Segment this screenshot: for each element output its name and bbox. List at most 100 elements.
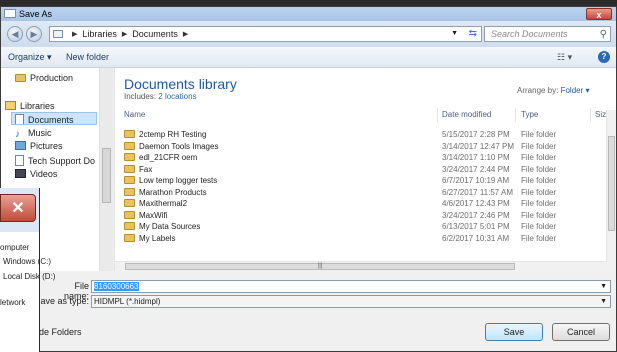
- back-button[interactable]: ◀: [7, 26, 23, 42]
- file-type: File folder: [521, 164, 557, 174]
- arrange-by-dropdown[interactable]: Folder ▾: [561, 86, 590, 95]
- overlay-item-network[interactable]: letwork: [0, 298, 25, 307]
- save-button[interactable]: Save: [485, 323, 543, 341]
- file-date: 6/27/2017 11:57 AM: [442, 187, 514, 197]
- background-close-button[interactable]: ✕: [0, 194, 36, 222]
- arrange-by: Arrange by: Folder ▾: [517, 86, 590, 95]
- column-divider[interactable]: [590, 108, 591, 122]
- column-header-name[interactable]: Name: [124, 110, 145, 119]
- file-date: 3/24/2017 2:44 PM: [442, 164, 510, 174]
- chevron-down-icon[interactable]: ▼: [600, 281, 607, 292]
- folder-icon: [53, 30, 63, 38]
- file-type: File folder: [521, 210, 557, 220]
- dialog-title: Save As: [19, 9, 53, 19]
- search-icon[interactable]: ⚲: [600, 28, 607, 42]
- picture-icon: [15, 141, 26, 150]
- nav-item-videos[interactable]: Videos: [15, 169, 57, 179]
- nav-item-production[interactable]: Production: [15, 73, 73, 83]
- file-list-scrollbar[interactable]: [606, 110, 616, 271]
- breadcrumb-libraries[interactable]: Libraries: [82, 29, 117, 39]
- organize-button[interactable]: Organize ▾: [8, 52, 52, 63]
- chevron-down-icon[interactable]: ▼: [600, 296, 607, 307]
- column-divider[interactable]: [437, 108, 438, 122]
- nav-item-tech-support[interactable]: Tech Support Do: [15, 155, 97, 166]
- chevron-right-icon: ▶: [182, 31, 189, 38]
- column-header-date[interactable]: Date modified: [442, 110, 491, 119]
- file-list-pane: Documents library Includes: 2 locations …: [114, 68, 616, 271]
- file-row[interactable]: edl_21CFR oem 3/14/2017 1:10 PM File folde…: [115, 152, 605, 163]
- nav-item-pictures[interactable]: Pictures: [15, 141, 63, 151]
- library-includes: Includes: 2 locations: [124, 92, 197, 101]
- file-date: 3/14/2017 12:47 PM: [442, 141, 515, 151]
- overlay-item-windows-c[interactable]: Windows (C:): [3, 257, 51, 266]
- save-as-dialog: Save As x ◀ ▶ ▶ Libraries ▶ Documents ▶ …: [0, 6, 617, 352]
- refresh-icon[interactable]: ⇆: [469, 28, 477, 39]
- file-row[interactable]: Marathon Products 6/27/2017 11:57 AM File …: [115, 187, 605, 198]
- cancel-button[interactable]: Cancel: [552, 323, 610, 341]
- save-type-value: HIDMPL (*.hidmpl): [94, 297, 161, 306]
- nav-item-libraries[interactable]: Libraries: [5, 101, 55, 111]
- document-icon: [15, 114, 24, 124]
- file-type: File folder: [521, 233, 557, 243]
- file-type: File folder: [521, 141, 557, 151]
- scrollbar-thumb[interactable]: |||: [125, 263, 515, 270]
- hide-folders-toggle[interactable]: de Folders: [39, 327, 82, 337]
- file-row[interactable]: My Labels 6/2/2017 10:31 AM File folder: [115, 233, 605, 244]
- file-row[interactable]: MaxWifi 3/24/2017 2:46 PM File folder: [115, 210, 605, 221]
- file-date: 4/6/2017 12:43 PM: [442, 199, 510, 208]
- folder-icon: [124, 233, 135, 242]
- file-name-value: 8160300663: [94, 282, 139, 291]
- nav-item-documents[interactable]: Documents: [11, 112, 97, 125]
- file-date: 3/24/2017 2:46 PM: [442, 210, 510, 220]
- file-type: File folder: [521, 153, 557, 162]
- library-title: Documents library: [124, 76, 237, 92]
- close-button[interactable]: x: [586, 8, 612, 20]
- file-name: edl_21CFR oem: [139, 153, 198, 162]
- breadcrumb-documents[interactable]: Documents: [132, 29, 178, 39]
- window-icon: [4, 9, 16, 18]
- overlay-item-local-disk-d[interactable]: Local Disk (D:): [3, 272, 55, 281]
- chevron-right-icon: ▶: [72, 31, 78, 38]
- address-dropdown-icon[interactable]: ▼: [451, 30, 458, 37]
- help-icon[interactable]: ?: [598, 51, 610, 63]
- new-folder-button[interactable]: New folder: [66, 52, 109, 62]
- file-row[interactable]: Maxithermal2 4/6/2017 12:43 PM File folder: [115, 198, 605, 209]
- file-type: File folder: [521, 222, 557, 231]
- file-date: 3/14/2017 1:10 PM: [442, 153, 510, 162]
- scrollbar-thumb[interactable]: [608, 136, 615, 231]
- file-type: File folder: [521, 199, 557, 208]
- file-row[interactable]: 2ctemp RH Testing 5/15/2017 2:28 PM File f…: [115, 129, 605, 140]
- overlay-item-computer[interactable]: omputer: [0, 243, 29, 252]
- file-name-field[interactable]: 8160300663 ▼: [91, 280, 611, 293]
- search-placeholder: Search Documents: [491, 29, 568, 39]
- folder-icon: [124, 164, 135, 173]
- locations-link[interactable]: 2 locations: [158, 92, 196, 101]
- file-name: MaxWifi: [139, 210, 168, 220]
- folder-icon: [124, 199, 135, 207]
- file-row[interactable]: Low temp logger tests 6/7/2017 10:19 AM Fi…: [115, 175, 605, 186]
- forward-button[interactable]: ▶: [26, 26, 42, 42]
- file-name: Marathon Products: [139, 187, 207, 197]
- address-bar[interactable]: ▶ Libraries ▶ Documents ▶ ▼ ⇆: [49, 26, 482, 42]
- file-type: File folder: [521, 187, 557, 197]
- file-date: 6/2/2017 10:31 AM: [442, 233, 510, 243]
- scrollbar-thumb[interactable]: [102, 148, 111, 203]
- folder-icon: [124, 153, 135, 161]
- search-input[interactable]: Search Documents ⚲: [484, 26, 611, 42]
- file-name: Maxithermal2: [139, 199, 188, 208]
- file-list-hscrollbar[interactable]: |||: [115, 261, 607, 271]
- navigation-scrollbar[interactable]: [99, 68, 113, 271]
- file-row[interactable]: Daemon Tools Images 3/14/2017 12:47 PM Fil…: [115, 141, 605, 152]
- file-date: 6/7/2017 10:19 AM: [442, 176, 510, 185]
- chevron-right-icon: ▶: [121, 31, 128, 38]
- data-sources-icon: [124, 222, 135, 230]
- file-row[interactable]: Fax 3/24/2017 2:44 PM File folder: [115, 164, 605, 175]
- file-date: 5/15/2017 2:28 PM: [442, 130, 510, 139]
- column-divider[interactable]: [515, 108, 516, 122]
- save-type-select[interactable]: HIDMPL (*.hidmpl) ▼: [91, 295, 611, 308]
- column-header-type[interactable]: Type: [521, 110, 538, 119]
- folder-icon: [124, 176, 135, 184]
- nav-item-music[interactable]: ♪ Music: [15, 128, 52, 140]
- view-options-icon[interactable]: ☷ ▾: [557, 52, 572, 63]
- file-row[interactable]: My Data Sources 6/13/2017 5:01 PM File fol…: [115, 221, 605, 232]
